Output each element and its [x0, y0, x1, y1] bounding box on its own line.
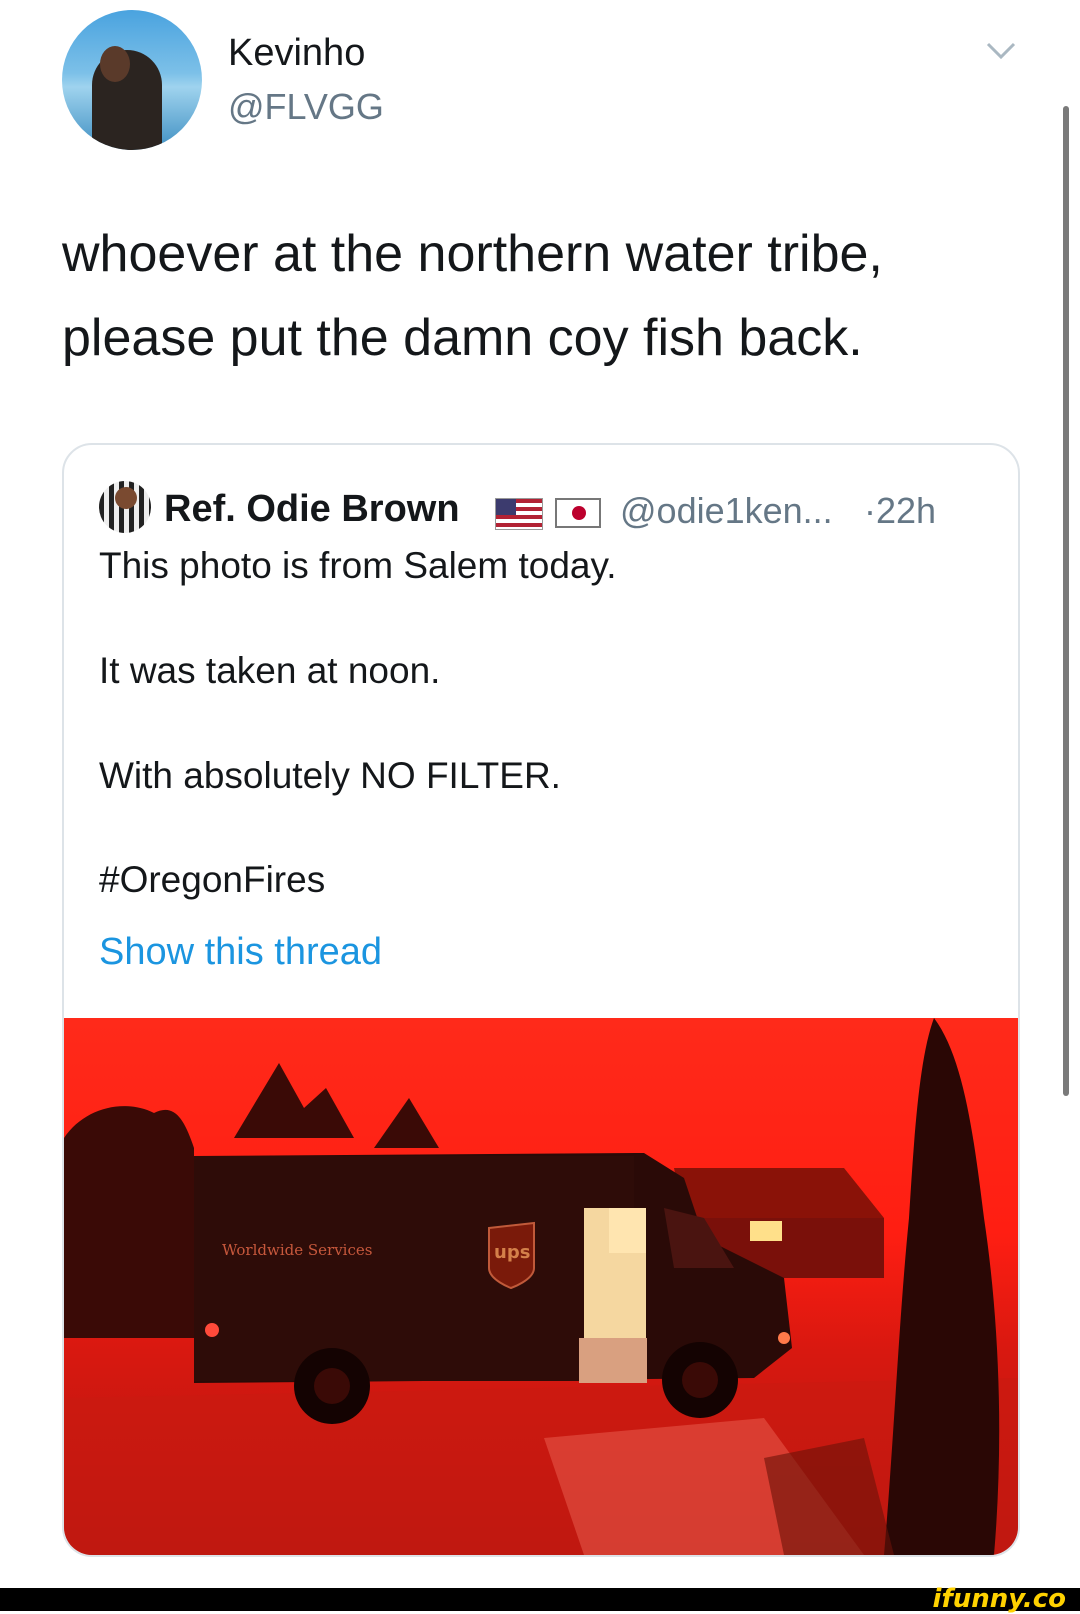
quoted-timestamp[interactable]: ·22h — [864, 490, 936, 532]
avatar-head — [100, 46, 130, 82]
chevron-down-icon[interactable] — [986, 36, 1016, 66]
us-flag-icon — [495, 498, 543, 530]
truck-text: Worldwide Services — [222, 1241, 372, 1259]
tweet-text-line-2: please put the damn coy fish back. — [62, 309, 863, 367]
author-handle[interactable]: @FLVGG — [228, 86, 384, 128]
tweet-text-line-1: whoever at the northern water tribe, — [62, 225, 883, 283]
quoted-author-name[interactable]: Ref. Odie Brown — [164, 488, 460, 531]
watermark-bar: ifunny.co — [0, 1584, 1080, 1614]
scrollbar[interactable] — [1063, 106, 1069, 1096]
quoted-author-avatar[interactable] — [99, 481, 151, 533]
japan-flag-icon — [555, 498, 601, 528]
quoted-photo[interactable]: Worldwide Services ups — [64, 1018, 1018, 1555]
quoted-text-line-3: With absolutely NO FILTER. — [99, 755, 561, 796]
author-name[interactable]: Kevinho — [228, 32, 365, 75]
quoted-tweet[interactable]: Ref. Odie Brown @odie1ken... ·22h This p… — [62, 443, 1020, 1557]
tweet-text: whoever at the northern water tribe, ple… — [62, 212, 1022, 380]
show-thread-link[interactable]: Show this thread — [99, 931, 382, 974]
quoted-text-line-2: It was taken at noon. — [99, 650, 441, 691]
quoted-hashtag[interactable]: #OregonFires — [99, 859, 325, 901]
photo-scene: Worldwide Services ups — [64, 1018, 1018, 1555]
quoted-avatar-face — [115, 487, 137, 509]
watermark: ifunny.co — [932, 1584, 1066, 1614]
quoted-author-handle[interactable]: @odie1ken... — [620, 490, 833, 532]
author-avatar[interactable] — [62, 10, 202, 150]
ups-logo-text: ups — [494, 1242, 530, 1263]
quoted-text-line-1: This photo is from Salem today. — [99, 545, 617, 586]
